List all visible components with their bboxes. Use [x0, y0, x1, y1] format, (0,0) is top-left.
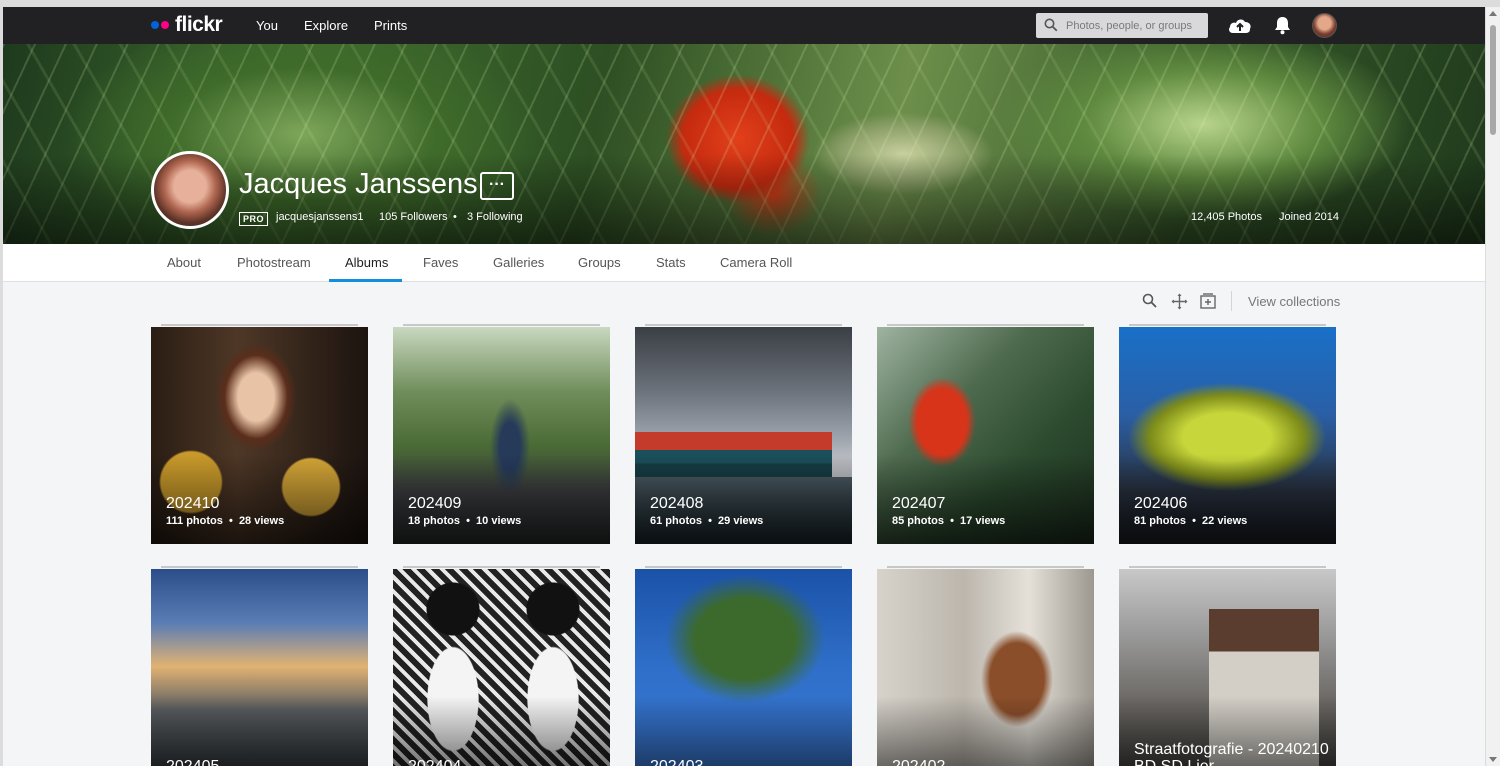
- tab-camera-roll[interactable]: Camera Roll: [720, 255, 792, 270]
- album-stack-edge: [1129, 324, 1326, 326]
- page-scrollbar[interactable]: [1486, 7, 1500, 766]
- album-card-202402[interactable]: 202402: [877, 569, 1094, 766]
- album-stack-edge: [645, 566, 842, 568]
- search-input[interactable]: [1066, 16, 1204, 35]
- album-shade: [877, 696, 1094, 766]
- album-photo-count: 85 photos: [892, 515, 944, 527]
- album-card-202407[interactable]: 202407 85 photos • 17 views: [877, 327, 1094, 544]
- tab-groups[interactable]: Groups: [578, 255, 621, 270]
- album-title: 202405: [166, 758, 361, 766]
- pro-badge: PRO: [239, 212, 269, 226]
- album-view-count: 28 views: [238, 515, 285, 527]
- album-view-count: 10 views: [476, 515, 522, 527]
- album-card-202404[interactable]: 202404: [393, 569, 610, 766]
- tab-stats[interactable]: Stats: [656, 255, 686, 270]
- album-title: 202403: [650, 758, 845, 766]
- scrollbar-thumb[interactable]: [1490, 25, 1496, 135]
- profile-avatar[interactable]: [151, 151, 229, 229]
- album-stats: 111 photos • 28 views: [166, 515, 285, 527]
- view-collections-link[interactable]: View collections: [1248, 294, 1340, 309]
- album-view-count: 22 views: [1202, 515, 1248, 527]
- album-title: 202404: [408, 758, 603, 766]
- profile-name: Jacques Janssens: [239, 168, 478, 200]
- flickr-logo[interactable]: flickr: [151, 13, 223, 36]
- album-stack-edge: [403, 324, 600, 326]
- logo-blue-dot: [151, 21, 159, 29]
- nav-link-prints[interactable]: Prints: [374, 18, 407, 33]
- move-icon[interactable]: [1171, 293, 1188, 310]
- album-stack-edge: [645, 324, 842, 326]
- album-title: 202407: [892, 495, 946, 512]
- album-title: 202410: [166, 495, 220, 512]
- album-shade: [393, 696, 610, 766]
- album-view-count: 17 views: [960, 515, 1006, 527]
- tab-about[interactable]: About: [167, 255, 201, 270]
- album-title: 202409: [408, 495, 462, 512]
- album-title: Straatfotografie - 20240210 BD SD Lier: [1134, 741, 1329, 766]
- create-album-icon[interactable]: [1200, 293, 1216, 309]
- search-icon[interactable]: [1142, 293, 1157, 308]
- album-stack-edge: [887, 324, 1084, 326]
- tab-faves[interactable]: Faves: [423, 255, 458, 270]
- meta-separator: •: [453, 211, 457, 223]
- album-title: 202402: [892, 758, 1087, 766]
- nav-link-you[interactable]: You: [256, 18, 278, 33]
- album-title: 202406: [1134, 495, 1188, 512]
- album-stats: 85 photos • 17 views: [892, 515, 1006, 527]
- following-link[interactable]: 3 Following: [467, 211, 523, 223]
- top-navigation-bar: flickr You Explore Prints: [3, 7, 1485, 44]
- toolbar-separator: [1231, 291, 1232, 311]
- album-stats: 18 photos • 10 views: [408, 515, 522, 527]
- album-card-202403[interactable]: 202403: [635, 569, 852, 766]
- joined-date: Joined 2014: [1279, 211, 1339, 223]
- more-options-button[interactable]: ···: [480, 172, 514, 200]
- album-title: 202408: [650, 495, 704, 512]
- photo-count: 12,405 Photos: [1191, 211, 1262, 223]
- profile-tabs: About Photostream Albums Faves Galleries…: [3, 244, 1485, 282]
- tab-photostream[interactable]: Photostream: [237, 255, 311, 270]
- album-shade: [635, 696, 852, 766]
- album-stack-edge: [1129, 566, 1326, 568]
- album-stack-edge: [161, 324, 358, 326]
- logo-pink-dot: [161, 21, 169, 29]
- album-stack-edge: [403, 566, 600, 568]
- album-stack-edge: [161, 566, 358, 568]
- notifications-bell-icon[interactable]: [1274, 16, 1291, 35]
- album-stats: 81 photos • 22 views: [1134, 515, 1248, 527]
- album-view-count: 29 views: [718, 515, 764, 527]
- search-box[interactable]: [1036, 13, 1208, 38]
- scroll-down-arrow-icon[interactable]: [1489, 757, 1497, 762]
- profile-username: jacquesjanssens1: [276, 211, 364, 223]
- user-avatar[interactable]: [1312, 13, 1337, 38]
- album-photo-count: 81 photos: [1134, 515, 1186, 527]
- tab-albums[interactable]: Albums: [345, 255, 388, 270]
- search-icon: [1044, 18, 1058, 32]
- album-card-202409[interactable]: 202409 18 photos • 10 views: [393, 327, 610, 544]
- upload-cloud-icon[interactable]: [1227, 15, 1253, 35]
- album-card-straatfotografie[interactable]: Straatfotografie - 20240210 BD SD Lier: [1119, 569, 1336, 766]
- nav-link-explore[interactable]: Explore: [304, 18, 348, 33]
- album-stack-edge: [887, 566, 1084, 568]
- album-photo-count: 61 photos: [650, 515, 702, 527]
- browser-page: flickr You Explore Prints Jacques Jansse…: [3, 7, 1485, 766]
- tab-galleries[interactable]: Galleries: [493, 255, 544, 270]
- album-card-202410[interactable]: 202410 111 photos • 28 views: [151, 327, 368, 544]
- album-shade: [151, 696, 368, 766]
- followers-link[interactable]: 105 Followers: [379, 211, 447, 223]
- active-tab-indicator: [329, 279, 402, 282]
- album-card-202408[interactable]: 202408 61 photos • 29 views: [635, 327, 852, 544]
- album-photo-count: 111 photos: [166, 515, 223, 527]
- scroll-up-arrow-icon[interactable]: [1489, 11, 1497, 16]
- album-card-202406[interactable]: 202406 81 photos • 22 views: [1119, 327, 1336, 544]
- logo-wordmark: flickr: [175, 13, 223, 36]
- album-stats: 61 photos • 29 views: [650, 515, 764, 527]
- profile-cover-photo: Jacques Janssens ··· PRO jacquesjanssens…: [3, 44, 1485, 244]
- album-card-202405[interactable]: 202405: [151, 569, 368, 766]
- album-photo-count: 18 photos: [408, 515, 460, 527]
